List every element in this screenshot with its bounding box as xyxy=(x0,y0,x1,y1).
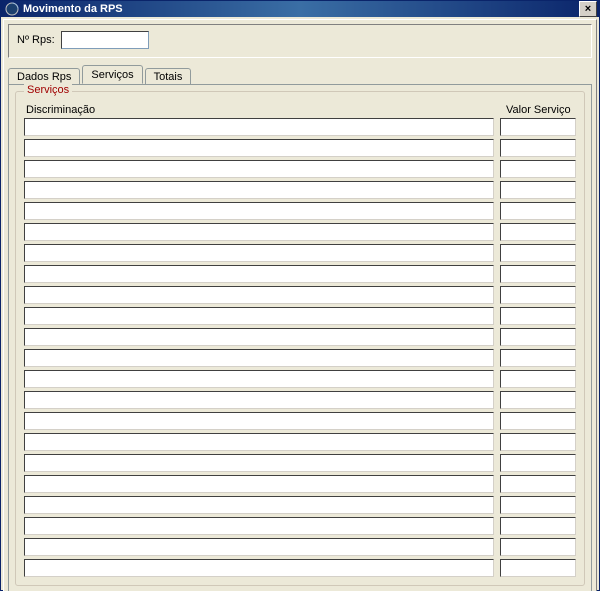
valor-servico-input[interactable] xyxy=(500,538,576,556)
valor-servico-input[interactable] xyxy=(500,370,576,388)
service-row xyxy=(24,370,576,388)
service-row xyxy=(24,265,576,283)
tabstrip: Dados Rps Serviços Totais xyxy=(4,64,596,84)
service-row xyxy=(24,244,576,262)
close-icon: × xyxy=(585,4,591,15)
discriminacao-input[interactable] xyxy=(24,118,494,136)
valor-servico-input[interactable] xyxy=(500,307,576,325)
service-row xyxy=(24,433,576,451)
service-row xyxy=(24,559,576,577)
valor-servico-input[interactable] xyxy=(500,496,576,514)
valor-servico-input[interactable] xyxy=(500,391,576,409)
service-row xyxy=(24,412,576,430)
discriminacao-input[interactable] xyxy=(24,160,494,178)
service-row xyxy=(24,517,576,535)
tab-label: Serviços xyxy=(91,69,133,81)
tabpage-servicos: Serviços Discriminação Valor Serviço xyxy=(8,84,592,591)
discriminacao-input[interactable] xyxy=(24,328,494,346)
valor-servico-input[interactable] xyxy=(500,475,576,493)
service-row xyxy=(24,307,576,325)
column-headers: Discriminação Valor Serviço xyxy=(24,104,576,118)
valor-servico-input[interactable] xyxy=(500,328,576,346)
discriminacao-input[interactable] xyxy=(24,370,494,388)
service-row xyxy=(24,391,576,409)
dialog-body: Nº Rps: Dados Rps Serviços Totais Serviç… xyxy=(3,19,597,591)
discriminacao-input[interactable] xyxy=(24,286,494,304)
rps-label: Nº Rps: xyxy=(17,34,55,46)
discriminacao-input[interactable] xyxy=(24,139,494,157)
discriminacao-input[interactable] xyxy=(24,349,494,367)
discriminacao-input[interactable] xyxy=(24,496,494,514)
rows-container xyxy=(24,118,576,577)
valor-servico-input[interactable] xyxy=(500,223,576,241)
discriminacao-input[interactable] xyxy=(24,265,494,283)
valor-servico-input[interactable] xyxy=(500,265,576,283)
valor-servico-input[interactable] xyxy=(500,517,576,535)
discriminacao-input[interactable] xyxy=(24,202,494,220)
discriminacao-input[interactable] xyxy=(24,181,494,199)
groupbox-legend: Serviços xyxy=(24,84,72,96)
tab-dados-rps[interactable]: Dados Rps xyxy=(8,68,80,85)
valor-servico-input[interactable] xyxy=(500,559,576,577)
service-row xyxy=(24,496,576,514)
discriminacao-input[interactable] xyxy=(24,433,494,451)
close-button[interactable]: × xyxy=(579,1,597,17)
service-row xyxy=(24,475,576,493)
col-header-discriminacao: Discriminação xyxy=(26,104,486,116)
servicos-groupbox: Serviços Discriminação Valor Serviço xyxy=(15,91,585,586)
discriminacao-input[interactable] xyxy=(24,559,494,577)
service-row xyxy=(24,349,576,367)
service-row xyxy=(24,160,576,178)
valor-servico-input[interactable] xyxy=(500,181,576,199)
titlebar: Movimento da RPS × xyxy=(1,1,599,17)
valor-servico-input[interactable] xyxy=(500,202,576,220)
valor-servico-input[interactable] xyxy=(500,139,576,157)
valor-servico-input[interactable] xyxy=(500,433,576,451)
service-row xyxy=(24,139,576,157)
valor-servico-input[interactable] xyxy=(500,118,576,136)
discriminacao-input[interactable] xyxy=(24,517,494,535)
discriminacao-input[interactable] xyxy=(24,307,494,325)
window-title: Movimento da RPS xyxy=(23,3,579,15)
service-row xyxy=(24,286,576,304)
discriminacao-input[interactable] xyxy=(24,412,494,430)
valor-servico-input[interactable] xyxy=(500,286,576,304)
discriminacao-input[interactable] xyxy=(24,475,494,493)
service-row xyxy=(24,118,576,136)
tab-servicos[interactable]: Serviços xyxy=(82,65,142,84)
service-row xyxy=(24,181,576,199)
tab-label: Totais xyxy=(154,71,183,83)
rps-field-panel: Nº Rps: xyxy=(8,24,592,58)
valor-servico-input[interactable] xyxy=(500,412,576,430)
window: Movimento da RPS × Nº Rps: Dados Rps Ser… xyxy=(0,0,600,591)
app-icon xyxy=(5,2,19,16)
col-header-valor: Valor Serviço xyxy=(506,104,574,116)
service-row xyxy=(24,202,576,220)
tab-totais[interactable]: Totais xyxy=(145,68,192,85)
service-row xyxy=(24,328,576,346)
discriminacao-input[interactable] xyxy=(24,244,494,262)
service-row xyxy=(24,538,576,556)
discriminacao-input[interactable] xyxy=(24,223,494,241)
tab-label: Dados Rps xyxy=(17,71,71,83)
service-row xyxy=(24,454,576,472)
discriminacao-input[interactable] xyxy=(24,454,494,472)
valor-servico-input[interactable] xyxy=(500,160,576,178)
rps-input[interactable] xyxy=(61,31,149,49)
valor-servico-input[interactable] xyxy=(500,244,576,262)
discriminacao-input[interactable] xyxy=(24,538,494,556)
valor-servico-input[interactable] xyxy=(500,349,576,367)
discriminacao-input[interactable] xyxy=(24,391,494,409)
service-row xyxy=(24,223,576,241)
valor-servico-input[interactable] xyxy=(500,454,576,472)
